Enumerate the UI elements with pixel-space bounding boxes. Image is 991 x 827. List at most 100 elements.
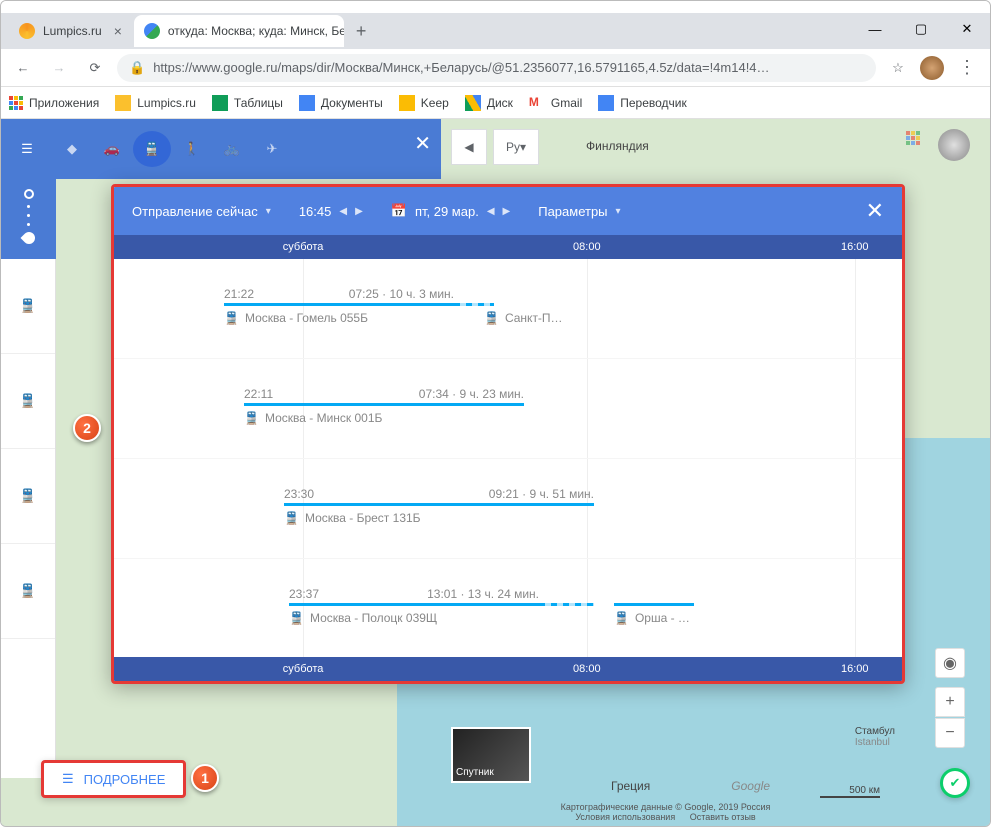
map-label-istanbul: СтамбулIstanbul [855,726,895,748]
satellite-toggle[interactable]: Спутник [451,727,531,783]
favicon-lumpics [19,23,35,39]
tab-lumpics[interactable]: Lumpics.ru × [9,15,132,47]
account-avatar[interactable] [938,129,970,161]
time-ruler-top: суббота 08:00 16:00 [114,235,902,259]
google-apps-button[interactable] [906,131,920,145]
close-schedule[interactable]: ✕ [866,198,884,224]
departure-mode-dropdown[interactable]: Отправление сейчас ▾ [132,204,271,219]
mode-best[interactable]: ◆ [53,131,91,167]
time-value[interactable]: 16:45 [299,204,332,219]
details-button[interactable]: ☰ ПОДРОБНЕЕ [41,760,186,798]
options-dropdown[interactable]: Параметры ▾ [538,204,620,219]
waypoint-indicator [1,179,56,259]
schedule-route[interactable]: 23:3009:21 · 9 ч. 51 мин.🚆Москва - Брест… [114,459,902,559]
adguard-icon[interactable]: ✔ [940,768,970,798]
back-button[interactable]: ← [9,54,37,82]
mode-car[interactable]: 🚗 [93,131,131,167]
map-label-greece: Греция [611,779,650,793]
date-next[interactable]: ▶ [503,206,511,217]
terms-link[interactable]: Условия использования [575,812,675,822]
train-icon: 🚆 [284,511,299,525]
url-input[interactable]: 🔒 https://www.google.ru/maps/dir/Москва/… [117,54,876,82]
train-icon: 🚆 [244,411,259,425]
zoom-out-button[interactable]: − [935,718,965,748]
new-tab-button[interactable]: + [356,21,367,42]
bookmark-docs[interactable]: Документы [299,95,383,111]
time-prev[interactable]: ◀ [339,206,347,217]
schedule-rows: 21:2207:25 · 10 ч. 3 мин.🚆Москва - Гомел… [114,259,902,657]
bookmark-keep[interactable]: Keep [399,95,449,111]
apps-icon [9,96,23,110]
url-text: https://www.google.ru/maps/dir/Москва/Ми… [153,60,769,75]
route-option[interactable]: 🚆 [1,259,55,354]
gmail-icon: M [529,95,545,111]
window-close[interactable]: ✕ [944,13,990,45]
mode-walk[interactable]: 🚶 [173,131,211,167]
reload-button[interactable]: ⟳ [81,54,109,82]
zoom-controls: ◉ + − [935,648,965,748]
mode-flight[interactable]: ✈ [253,131,291,167]
favicon-maps [144,23,160,39]
zoom-in-button[interactable]: + [935,687,965,717]
bookmark-lumpics[interactable]: Lumpics.ru [115,95,196,111]
annotation-1: 1 [191,764,219,792]
collapse-panel-button[interactable]: ◀ [451,129,487,165]
schedule-toolbar: Отправление сейчас ▾ 16:45 ◀ ▶ 📅 пт, 29 … [114,187,902,235]
close-directions[interactable]: ✕ [414,131,431,156]
window-maximize[interactable]: ▢ [898,13,944,45]
train-icon: 🚆 [289,611,304,625]
apps-button[interactable]: Приложения [9,96,99,110]
bookmark-sheets[interactable]: Таблицы [212,95,283,111]
map-label-finland: Финляндия [586,139,649,153]
mode-transit[interactable]: 🚆 [133,131,171,167]
route-option[interactable]: 🚆 [1,449,55,544]
origin-dot [24,189,34,199]
forward-button[interactable]: → [45,54,73,82]
window-minimize[interactable]: — [852,13,898,45]
map-attribution: Картографические данные © Google, 2019 Р… [441,802,890,822]
train-icon: 🚆 [614,611,629,625]
maps-viewport[interactable]: Финляндия СтамбулIstanbul Греция Google … [1,119,990,827]
train-icon: 🚆 [224,311,239,325]
tab-title: Lumpics.ru [43,24,102,38]
destination-pin [20,230,37,247]
bookmark-drive[interactable]: Диск [465,95,513,111]
lock-icon: 🔒 [129,60,145,76]
schedule-route[interactable]: 23:3713:01 · 13 ч. 24 мин.🚆Москва - Поло… [114,559,902,657]
bookmark-gmail[interactable]: MGmail [529,95,582,111]
menu-button[interactable]: ⋮ [952,57,982,78]
route-option[interactable]: 🚆 [1,354,55,449]
date-value[interactable]: пт, 29 мар. [415,204,479,219]
profile-avatar[interactable] [920,56,944,80]
route-option[interactable]: 🚆 [1,544,55,639]
close-icon[interactable]: × [114,23,122,39]
schedule-route[interactable]: 21:2207:25 · 10 ч. 3 мин.🚆Москва - Гомел… [114,259,902,359]
time-ruler-bottom: суббота 08:00 16:00 [114,657,902,681]
google-watermark: Google [731,779,770,793]
translate-icon [598,95,614,111]
mode-bike[interactable]: 🚲 [213,131,251,167]
pegman-button[interactable]: ◉ [935,648,965,678]
annotation-2: 2 [73,414,101,442]
docs-icon [299,95,315,111]
date-prev[interactable]: ◀ [487,206,495,217]
star-button[interactable]: ☆ [884,54,912,82]
drive-icon [465,95,481,111]
list-icon: ☰ [62,771,74,787]
bookmarks-bar: Приложения Lumpics.ru Таблицы Документы … [1,87,990,119]
language-button[interactable]: Ру ▾ [493,129,539,165]
feedback-link[interactable]: Оставить отзыв [690,812,756,822]
bookmark-translate[interactable]: Переводчик [598,95,687,111]
sheets-icon [212,95,228,111]
schedule-panel: Отправление сейчас ▾ 16:45 ◀ ▶ 📅 пт, 29 … [111,184,905,684]
train-icon: 🚆 [484,311,499,325]
schedule-route[interactable]: 22:1107:34 · 9 ч. 23 мин.🚆Москва - Минск… [114,359,902,459]
route-list: 🚆 🚆 🚆 🚆 [1,259,56,778]
keep-icon [399,95,415,111]
hamburger-button[interactable]: ☰ [7,129,47,169]
tab-maps[interactable]: откуда: Москва; куда: Минск, Бе × [134,15,344,47]
calendar-icon: 📅 [391,203,407,219]
scale-bar: 500 км [820,785,880,798]
browser-tabs: Lumpics.ru × откуда: Москва; куда: Минск… [1,13,990,49]
time-next[interactable]: ▶ [355,206,363,217]
